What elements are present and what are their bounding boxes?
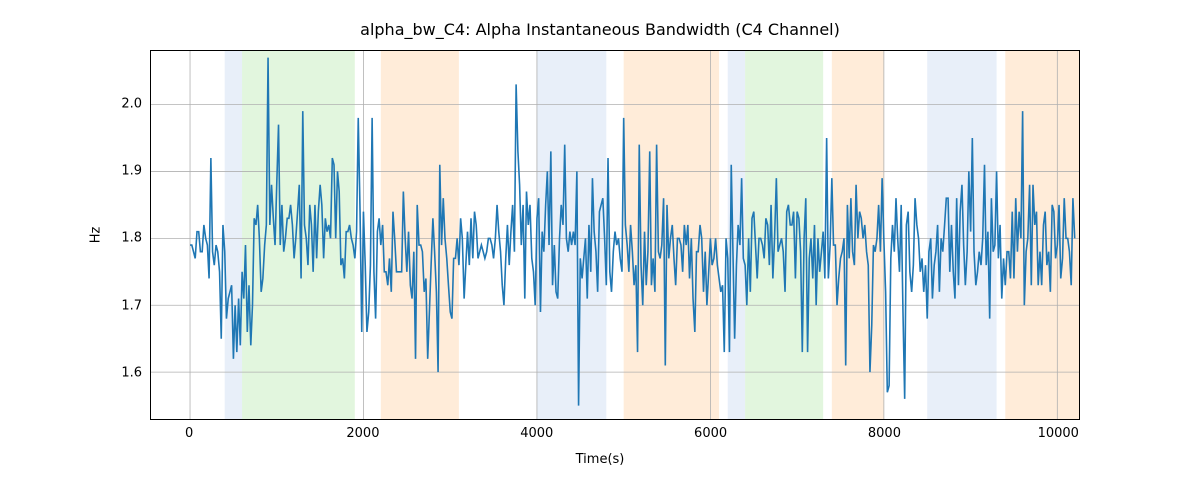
plot-svg: [151, 51, 1079, 419]
y-tick-label: 1.8: [121, 231, 142, 246]
x-tick-label: 6000: [694, 426, 727, 441]
y-tick-label: 1.9: [121, 164, 142, 179]
figure: alpha_bw_C4: Alpha Instantaneous Bandwid…: [0, 0, 1200, 500]
x-tick-label: 8000: [868, 426, 901, 441]
shaded-band: [745, 51, 823, 419]
y-tick-label: 1.6: [121, 365, 142, 380]
shaded-band: [225, 51, 242, 419]
y-axis-label: Hz: [89, 227, 104, 244]
x-tick-label: 4000: [520, 426, 553, 441]
y-tick-label: 1.7: [121, 298, 142, 313]
shaded-band: [537, 51, 606, 419]
y-tick-label: 2.0: [121, 96, 142, 111]
chart-title: alpha_bw_C4: Alpha Instantaneous Bandwid…: [0, 20, 1200, 39]
x-axis-label: Time(s): [0, 452, 1200, 467]
plot-area: [150, 50, 1080, 420]
x-tick-label: 10000: [1038, 426, 1079, 441]
x-tick-label: 0: [185, 426, 193, 441]
x-tick-label: 2000: [346, 426, 379, 441]
